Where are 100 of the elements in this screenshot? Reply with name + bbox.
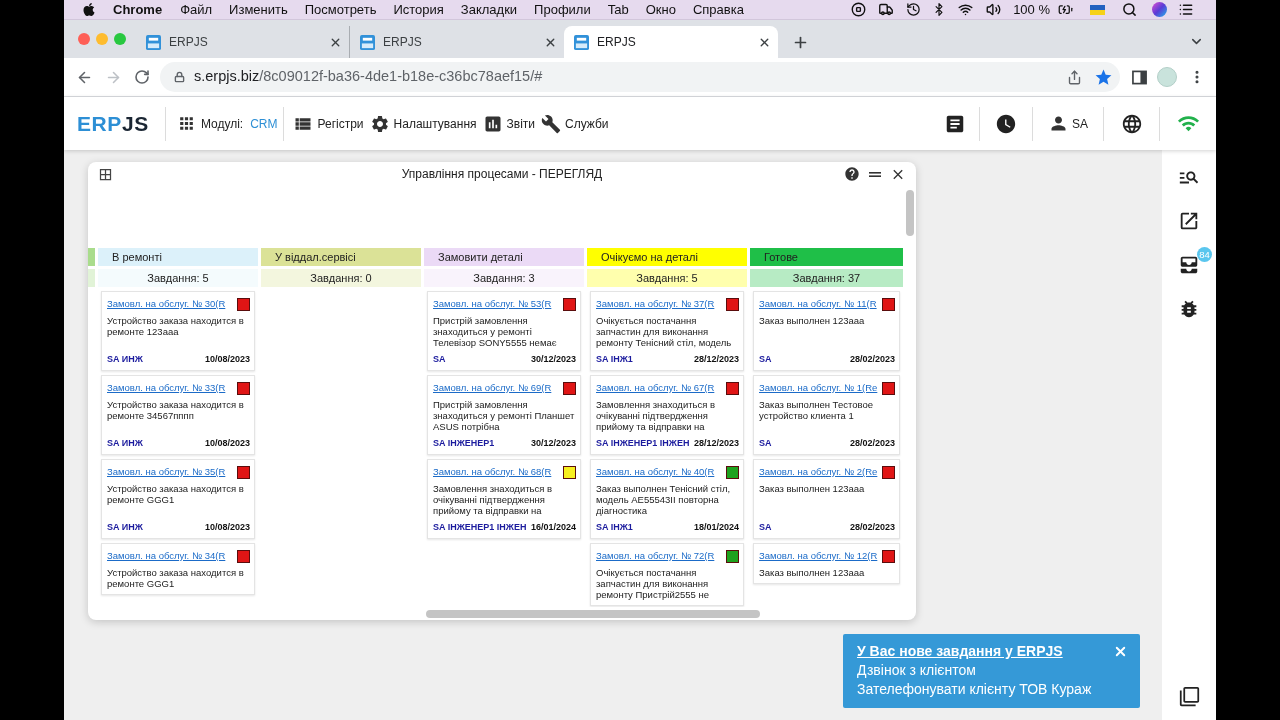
browser-tab[interactable]: ERPJS	[350, 26, 564, 58]
browser-tab[interactable]: ERPJS	[564, 26, 778, 58]
task-card[interactable]: Замовл. на обслуг. № 2(Re Заказ выполнен 123aaa SA 28/02/2023	[753, 459, 900, 539]
scrollbar-thumb[interactable]	[905, 190, 914, 236]
stop-record-icon[interactable]	[851, 2, 867, 17]
user-button[interactable]: SA	[1033, 97, 1103, 150]
task-card[interactable]: Замовл. на обслуг. № 1(Re Заказ выполнен Тестовое устройство клиента 1 SA 28/02/2023	[753, 375, 900, 455]
card-description: Устройство заказа находится в ремонте GGG1	[107, 483, 245, 505]
nav-menu-item[interactable]: Звіти	[479, 106, 538, 141]
menu-item[interactable]: Профили	[534, 0, 591, 20]
menu-item[interactable]: Закладки	[460, 0, 518, 20]
task-card[interactable]: Замовл. на обслуг. № 67(R Замовлення знаходиться в очікуванні підтвердження прийому та відправки на SA ІНЖЕНЕР1 ІНЖЕН 28/12/2023	[590, 375, 744, 455]
task-card[interactable]: Замовл. на обслуг. № 35(R Устройство заказа находится в ремонте GGG1 SA ИНЖ 10/08/2023	[101, 459, 255, 539]
app-logo-icon	[360, 34, 375, 50]
menu-item[interactable]: Изменить	[229, 0, 288, 20]
globe-icon	[1120, 112, 1143, 135]
order-link[interactable]: Замовл. на обслуг. № 40(R	[596, 465, 715, 479]
modules-button[interactable]: Модулі: CRM	[173, 106, 280, 141]
card-description: Замовлення знаходиться в очікуванні підтвердження прийому та відправки на	[596, 399, 717, 432]
menu-item[interactable]: История	[393, 0, 444, 20]
orb-icon[interactable]	[1152, 2, 1167, 17]
wifi-icon[interactable]	[957, 2, 975, 17]
url-text: s.erpjs.biz/8c09012f-ba36-4de1-b18e-c36bc78aef15/#	[194, 67, 543, 87]
truck-icon[interactable]	[877, 2, 896, 17]
notification-text: Дзвінок з клієнтом	[857, 661, 977, 680]
task-count: Завдання: 5	[98, 269, 258, 287]
order-link[interactable]: Замовл. на обслуг. № 30(R	[107, 297, 226, 311]
card-assignee: SA ІНЖ1	[596, 354, 633, 365]
card-description: Замовлення знаходиться в очікуванні підтвердження прийому та відправки на	[433, 483, 554, 516]
task-card[interactable]: Замовл. на обслуг. № 68(R Замовлення знаходиться в очікуванні підтвердження прийому та відправки на SA ІНЖЕНЕР1 ІНЖЕН 16/01/2024	[427, 459, 581, 539]
order-link[interactable]: Замовл. на обслуг. № 11(R	[759, 297, 877, 311]
card-assignee: SA ІНЖЕНЕР1 ІНЖЕН	[596, 438, 690, 449]
column-header: Замовити деталі	[424, 248, 584, 266]
order-link[interactable]: Замовл. на обслуг. № 34(R	[107, 549, 226, 563]
task-card[interactable]: Замовл. на обслуг. № 11(R Заказ выполнен 123aaa SA 28/02/2023	[753, 291, 900, 371]
card-date: 10/08/2023	[204, 522, 250, 533]
gear-icon	[369, 113, 390, 134]
card-date: 30/12/2023	[530, 354, 576, 365]
card-assignee: SA	[759, 354, 772, 365]
order-link[interactable]: Замовл. на обслуг. № 53(R	[433, 297, 552, 311]
order-link[interactable]: Замовл. на обслуг. № 2(Re	[759, 465, 878, 479]
card-description: Очікується постачання запчастин для виконання ремонту Тенісний стіл, модель	[596, 315, 733, 348]
card-date: 30/12/2023	[530, 438, 576, 449]
address-field[interactable]: s.erpjs.biz/8c09012f-ba36-4de1-b18e-c36bc78aef15/#	[160, 62, 1120, 92]
order-link[interactable]: Замовл. на обслуг. № 69(R	[433, 381, 552, 395]
window-title: Управління процесами - ПЕРЕГЛЯД	[401, 166, 603, 183]
card-date: 28/02/2023	[849, 522, 895, 533]
card-description: Заказ выполнен 123aaa	[759, 315, 866, 326]
order-link[interactable]: Замовл. на обслуг. № 35(R	[107, 465, 226, 479]
order-link[interactable]: Замовл. на обслуг. № 12(R	[759, 549, 878, 563]
card-description: Заказ выполнен 123aaa	[759, 567, 866, 578]
card-date: 10/08/2023	[204, 354, 250, 365]
menu-item[interactable]: Окно	[645, 0, 676, 20]
task-card[interactable]: Замовл. на обслуг. № 53(R Пристрій замовлення знаходиться у ремонті Телевізор SONY5555 немає SA 30/12/2023	[427, 291, 581, 371]
notification-text: Зателефонувати клієнту ТОВ Кураж	[857, 680, 1093, 699]
order-link[interactable]: Замовл. на обслуг. № 37(R	[596, 297, 715, 311]
share-icon	[1066, 69, 1082, 85]
app-logo[interactable]: ERPJS	[77, 113, 149, 134]
search-icon[interactable]	[1122, 2, 1137, 17]
list-icon[interactable]	[1178, 2, 1194, 17]
scrollbar-thumb[interactable]	[426, 609, 760, 618]
volume-icon[interactable]	[985, 2, 1003, 17]
task-card[interactable]: Замовл. на обслуг. № 30(R Устройство заказа находится в ремонте 123aaa SA ИНЖ 10/08/2023	[101, 291, 255, 371]
order-link[interactable]: Замовл. на обслуг. № 1(Re	[759, 381, 878, 395]
menu-item[interactable]: Файл	[180, 0, 213, 20]
menu-item[interactable]: Посмотреть	[304, 0, 377, 20]
card-description: Очікується постачання запчастин для виконання ремонту Пристрій2555 не	[596, 567, 710, 600]
card-date: 28/12/2023	[693, 438, 739, 449]
flag-icon[interactable]	[1090, 4, 1105, 15]
order-link[interactable]: Замовл. на обслуг. № 67(R	[596, 381, 715, 395]
grid-icon[interactable]	[98, 166, 113, 182]
app-menu[interactable]: Chrome	[113, 0, 163, 20]
history-clock-icon[interactable]	[906, 2, 922, 17]
battery-percent: 100 %	[1013, 0, 1050, 19]
task-count: Завдання: 3	[424, 269, 584, 287]
nav-menu-item[interactable]: Служби	[538, 106, 612, 141]
nav-menu-item[interactable]: Налаштування	[366, 106, 480, 141]
task-count-edge	[88, 269, 95, 287]
task-card[interactable]: Замовл. на обслуг. № 40(R Заказ выполнен Тенісний стіл, модель AE55543II повторна діагностика SA ІНЖ1 18/01/2024	[590, 459, 744, 539]
card-description: Устройство заказа находится в ремонте GGG1	[107, 567, 245, 589]
order-link[interactable]: Замовл. на обслуг. № 72(R	[596, 549, 715, 563]
task-card[interactable]: Замовл. на обслуг. № 72(R Очікується постачання запчастин для виконання ремонту Пристрій2555 не	[590, 543, 744, 606]
task-card[interactable]: Замовл. на обслуг. № 12(R Заказ выполнен 123aaa	[753, 543, 900, 584]
column-header: В ремонті	[98, 248, 258, 266]
task-card[interactable]: Замовл. на обслуг. № 69(R Пристрій замовлення знаходиться у ремонті Планшет ASUS потрібна SA ІНЖЕНЕР1 30/12/2023	[427, 375, 581, 455]
task-card[interactable]: Замовл. на обслуг. № 34(R Устройство заказа находится в ремонте GGG1	[101, 543, 255, 595]
reload-icon	[134, 69, 150, 85]
nav-menu-item[interactable]: Регістри	[290, 106, 367, 141]
card-assignee: SA	[759, 522, 772, 533]
task-card[interactable]: Замовл. на обслуг. № 37(R Очікується постачання запчастин для виконання ремонту Тенісний стіл, модель SA ІНЖ1 28/12/2023	[590, 291, 744, 371]
order-link[interactable]: Замовл. на обслуг. № 68(R	[433, 465, 552, 479]
star-icon	[1093, 67, 1113, 87]
help-button[interactable]	[844, 166, 860, 182]
task-card[interactable]: Замовл. на обслуг. № 33(R Устройство заказа находится в ремонте 34567пппп SA ИНЖ 10/08/2023	[101, 375, 255, 455]
order-link[interactable]: Замовл. на обслуг. № 33(R	[107, 381, 226, 395]
card-assignee: SA ІНЖ1	[596, 522, 633, 533]
menu-item[interactable]: Справка	[692, 0, 744, 20]
menu-item[interactable]: Tab	[607, 0, 629, 20]
card-description: Устройство заказа находится в ремонте 34567пппп	[107, 399, 245, 421]
apple-logo-icon[interactable]	[82, 2, 96, 17]
